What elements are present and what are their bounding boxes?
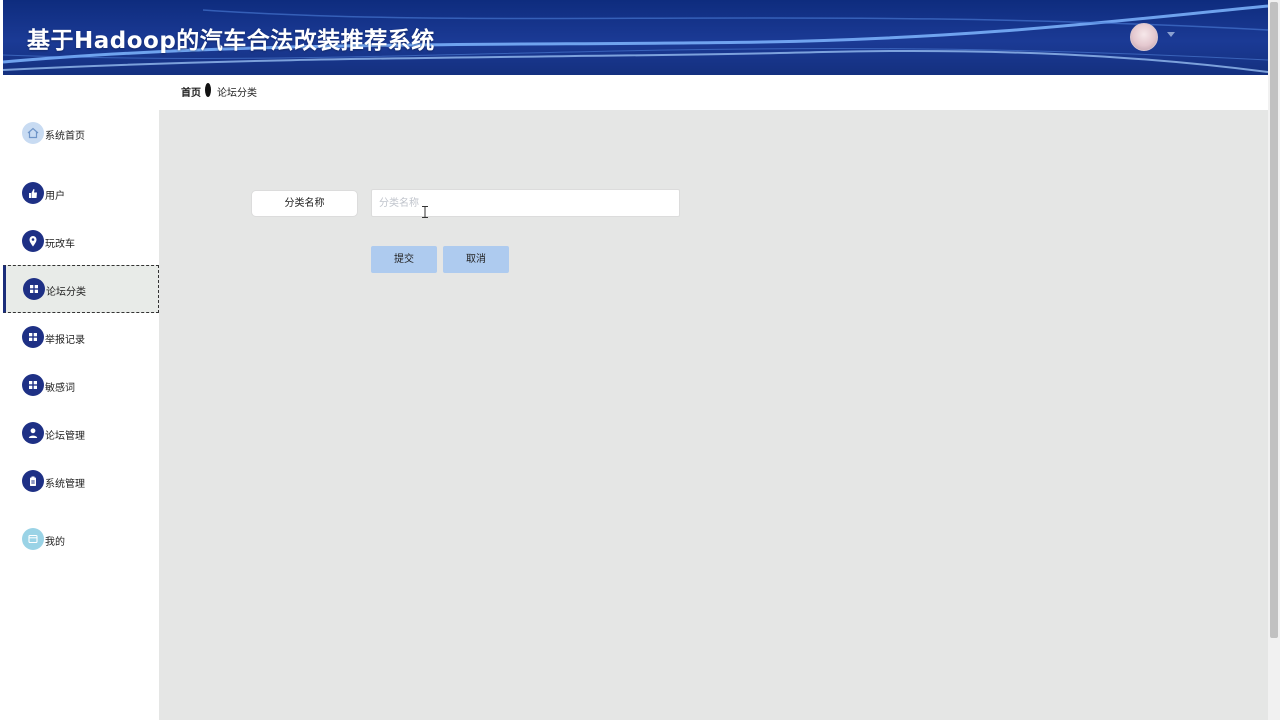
sidebar-item-users[interactable]: 用户: [3, 170, 159, 218]
cancel-button[interactable]: 取消: [443, 246, 509, 273]
grid-icon: [22, 326, 44, 348]
sidebar-item-system-admin[interactable]: 系统管理: [3, 458, 159, 506]
sidebar-item-mine[interactable]: 我的: [3, 516, 159, 564]
grid-icon: [22, 374, 44, 396]
sidebar-item-label: 系统首页: [45, 131, 85, 142]
breadcrumb-separator-icon: [205, 83, 211, 97]
sidebar-item-reports[interactable]: 举报记录: [3, 314, 159, 362]
sidebar-item-label: 系统管理: [45, 479, 85, 490]
sidebar: 系统首页 用户 玩改车 论坛分类 举报记录 敏感词 论坛管理 系统管理 我的: [3, 110, 159, 720]
sidebar-item-forum-admin[interactable]: 论坛管理: [3, 410, 159, 458]
person-icon: [22, 422, 44, 444]
sidebar-item-label: 玩改车: [45, 239, 75, 250]
sidebar-item-label: 举报记录: [45, 335, 85, 346]
clipboard-icon: [22, 470, 44, 492]
app-header: 基于Hadoop的汽车合法改装推荐系统: [3, 0, 1268, 75]
sidebar-item-label: 我的: [45, 537, 65, 548]
sidebar-item-modcars[interactable]: 玩改车: [3, 218, 159, 266]
category-name-input[interactable]: [371, 189, 680, 217]
vertical-scrollbar[interactable]: [1268, 0, 1280, 720]
location-pin-icon: [22, 230, 44, 252]
caret-down-icon[interactable]: [1167, 32, 1175, 37]
text-cursor-icon: [422, 206, 428, 218]
sidebar-item-label: 用户: [45, 191, 65, 202]
app-title: 基于Hadoop的汽车合法改装推荐系统: [27, 28, 435, 54]
category-name-label: 分类名称: [251, 190, 358, 217]
sidebar-item-sensitive-words[interactable]: 敏感词: [3, 362, 159, 410]
sidebar-item-home[interactable]: 系统首页: [3, 110, 159, 158]
sidebar-item-label: 论坛管理: [45, 431, 85, 442]
scrollbar-thumb[interactable]: [1270, 2, 1278, 638]
breadcrumb: 首页 论坛分类: [159, 75, 1268, 110]
user-thumb-icon: [22, 182, 44, 204]
sidebar-item-label: 敏感词: [45, 383, 75, 394]
sidebar-item-label: 论坛分类: [46, 287, 86, 298]
breadcrumb-home[interactable]: 首页: [181, 84, 201, 99]
home-icon: [22, 122, 44, 144]
sidebar-item-forum-category[interactable]: 论坛分类: [3, 265, 159, 313]
submit-button[interactable]: 提交: [371, 246, 437, 273]
grid-icon: [23, 278, 45, 300]
user-avatar[interactable]: [1130, 23, 1158, 51]
window-icon: [22, 528, 44, 550]
breadcrumb-current: 论坛分类: [217, 88, 257, 99]
main-content: 分类名称 提交 取消: [159, 110, 1268, 720]
